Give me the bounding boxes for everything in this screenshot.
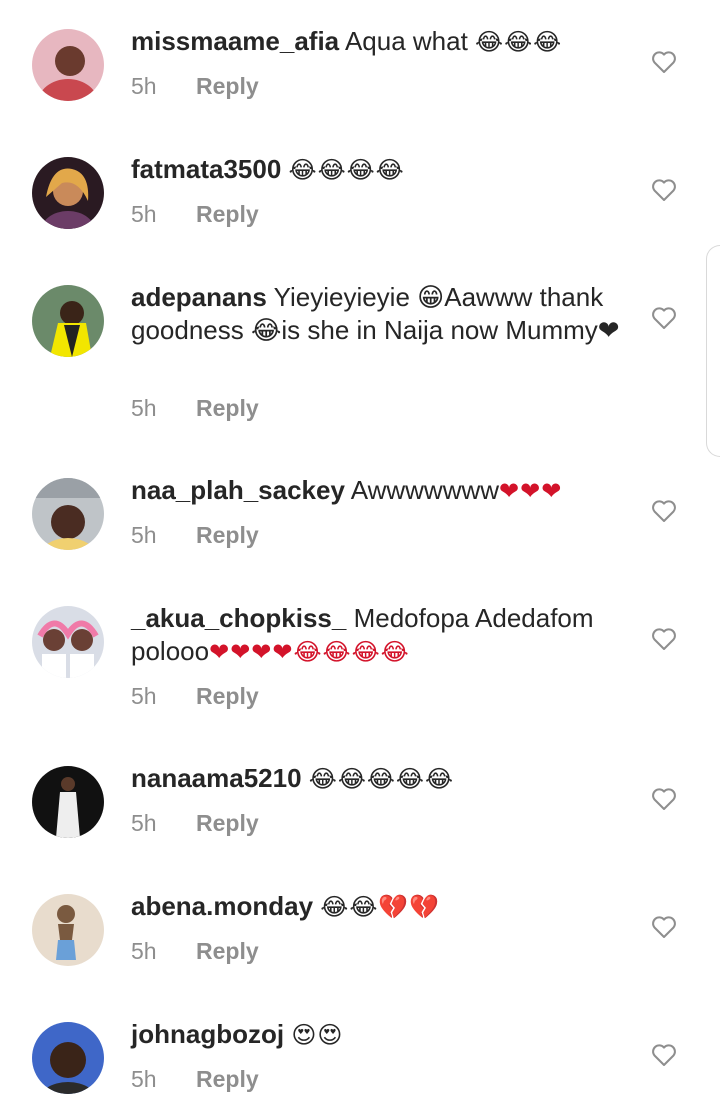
heart-icon[interactable] — [651, 499, 677, 523]
comment-meta: 5h Reply — [131, 395, 259, 422]
heart-icon[interactable] — [651, 627, 677, 651]
comment-emoji: 😂😂😂 — [475, 28, 563, 56]
comment-username[interactable]: abena.monday — [131, 891, 313, 921]
comment-text: _akua_chopkiss_ Medofopa Adedafom polooo… — [131, 602, 631, 669]
comment-meta: 5h Reply — [131, 938, 259, 965]
heart-icon[interactable] — [651, 915, 677, 939]
heart-icon[interactable] — [651, 50, 677, 74]
avatar[interactable] — [32, 1022, 104, 1094]
comment-text: johnagbozoj 😍😍 — [131, 1018, 631, 1052]
comment-meta: 5h Reply — [131, 201, 259, 228]
comment-text: nanaama5210 😂😂😂😂😂 — [131, 762, 631, 796]
reply-button[interactable]: Reply — [196, 522, 259, 548]
heart-icon[interactable] — [651, 787, 677, 811]
avatar[interactable] — [32, 157, 104, 229]
heart-icon[interactable] — [651, 178, 677, 202]
comment-text: naa_plah_sackey Awwwwwww❤❤❤ — [131, 474, 631, 508]
comment-time: 5h — [131, 73, 157, 99]
reply-button[interactable]: Reply — [196, 201, 259, 227]
comment-username[interactable]: fatmata3500 — [131, 154, 281, 184]
avatar[interactable] — [32, 478, 104, 550]
comment-meta: 5h Reply — [131, 683, 259, 710]
reply-button[interactable]: Reply — [196, 810, 259, 836]
reply-button[interactable]: Reply — [196, 1066, 259, 1092]
side-panel-edge — [706, 245, 720, 457]
heart-icon[interactable] — [651, 306, 677, 330]
comment-text: missmaame_afia Aqua what 😂😂😂 — [131, 25, 631, 59]
comment-time: 5h — [131, 1066, 157, 1092]
comment-time: 5h — [131, 938, 157, 964]
avatar[interactable] — [32, 285, 104, 357]
comment-text: abena.monday 😂😂💔💔 — [131, 890, 631, 924]
comment-username[interactable]: johnagbozoj — [131, 1019, 284, 1049]
comment-emoji: 😂😂😂😂😂 — [308, 765, 455, 793]
comment-body: Aqua what — [344, 26, 468, 56]
avatar[interactable] — [32, 894, 104, 966]
heart-icon[interactable] — [651, 1043, 677, 1067]
comment-emoji: 😂😂😂😂 — [288, 156, 405, 184]
reply-button[interactable]: Reply — [196, 395, 259, 421]
comment-meta: 5h Reply — [131, 810, 259, 837]
avatar[interactable] — [32, 766, 104, 838]
comment-meta: 5h Reply — [131, 73, 259, 100]
comment-meta: 5h Reply — [131, 1066, 259, 1093]
comment-username[interactable]: adepanans — [131, 282, 267, 312]
avatar[interactable] — [32, 29, 104, 101]
comment-emoji: 😍😍 — [291, 1021, 344, 1049]
comment-time: 5h — [131, 522, 157, 548]
reply-button[interactable]: Reply — [196, 938, 259, 964]
comment-username[interactable]: naa_plah_sackey — [131, 475, 345, 505]
comment-emoji: ❤❤❤❤😂😂😂😂 — [209, 638, 410, 666]
comment-time: 5h — [131, 683, 157, 709]
comment-text: fatmata3500 😂😂😂😂 — [131, 153, 631, 187]
comment-text: adepanans Yieyieyieyie 😁Aawww thank good… — [131, 281, 631, 347]
comment-emoji: 😂😂💔💔 — [320, 893, 441, 921]
comment-meta: 5h Reply — [131, 522, 259, 549]
reply-button[interactable]: Reply — [196, 73, 259, 99]
comment-time: 5h — [131, 810, 157, 836]
reply-button[interactable]: Reply — [196, 683, 259, 709]
comment-body: Awwwwwww — [350, 475, 500, 505]
comment-username[interactable]: missmaame_afia — [131, 26, 339, 56]
comment-emoji: ❤❤❤ — [499, 477, 563, 505]
comment-username[interactable]: _akua_chopkiss_ — [131, 603, 346, 633]
avatar[interactable] — [32, 606, 104, 678]
comment-time: 5h — [131, 201, 157, 227]
comment-username[interactable]: nanaama5210 — [131, 763, 302, 793]
comment-time: 5h — [131, 395, 157, 421]
